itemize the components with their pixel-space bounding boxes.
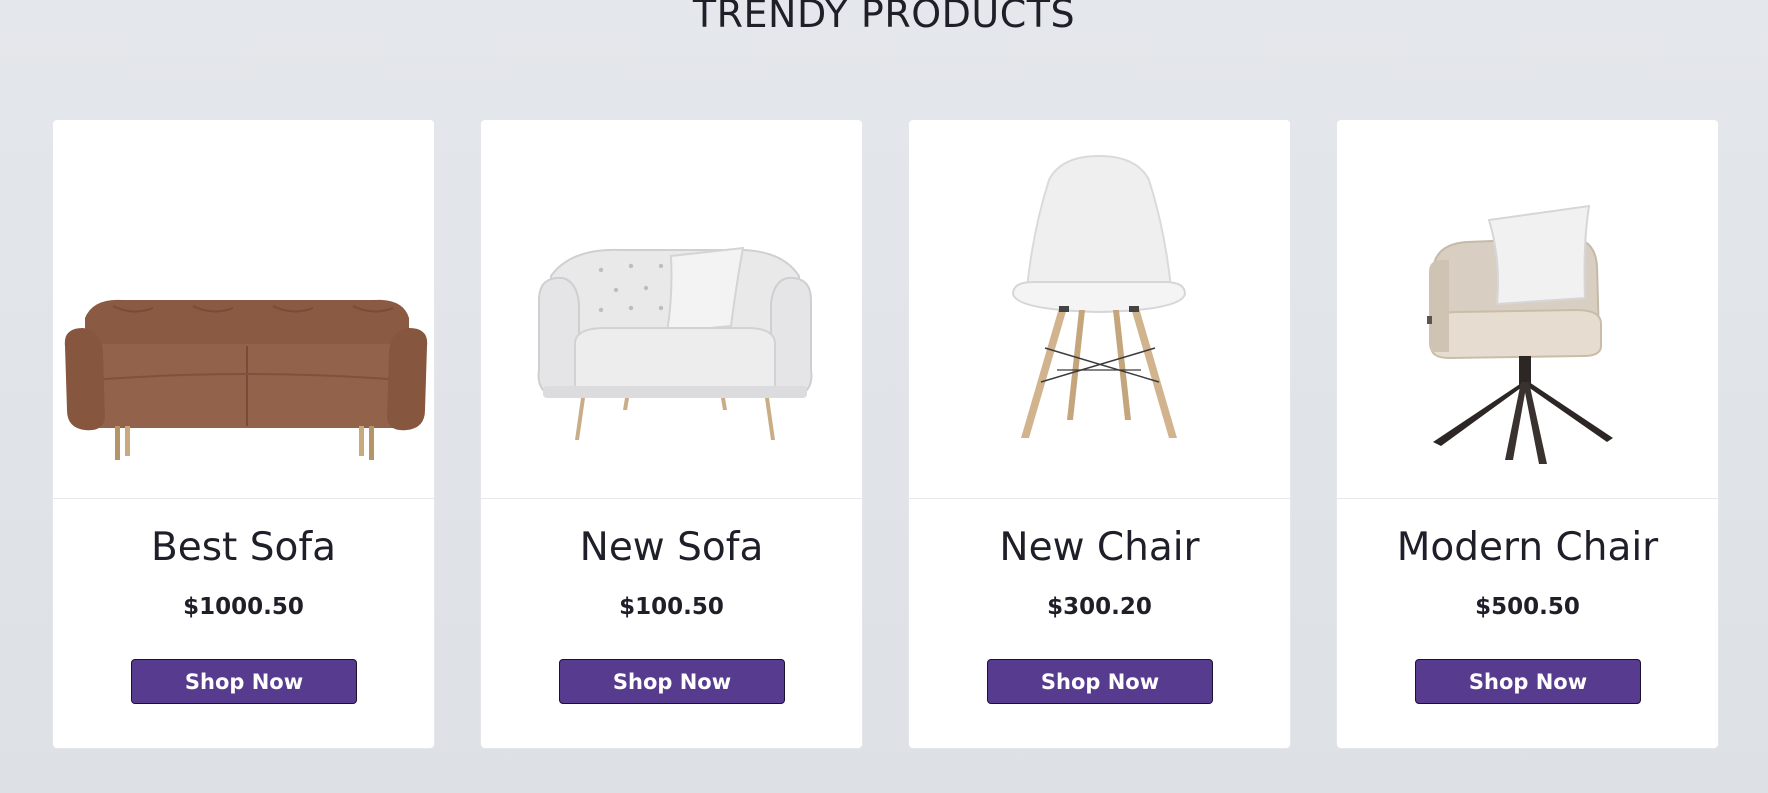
product-card-best-sofa: Best Sofa $1000.50 Shop Now — [53, 120, 434, 748]
shop-now-button[interactable]: Shop Now — [131, 659, 357, 704]
white-armchair-illustration — [537, 246, 813, 440]
product-image-chair[interactable] — [909, 120, 1290, 499]
products-grid: Best Sofa $1000.50 Shop Now New Sofa $10… — [53, 120, 1718, 748]
product-price: $300.20 — [1047, 594, 1152, 620]
brown-sofa-illustration — [64, 299, 428, 460]
product-card-new-sofa: New Sofa $100.50 Shop Now — [481, 120, 862, 748]
shop-now-button[interactable]: Shop Now — [1415, 659, 1641, 704]
product-price: $100.50 — [619, 594, 724, 620]
product-name[interactable]: Modern Chair — [1337, 525, 1718, 572]
product-name[interactable]: Best Sofa — [53, 525, 434, 572]
product-name[interactable]: New Chair — [909, 525, 1290, 572]
shop-now-button[interactable]: Shop Now — [559, 659, 785, 704]
product-price: $500.50 — [1475, 594, 1580, 620]
product-name[interactable]: New Sofa — [481, 525, 862, 572]
product-image-sofa[interactable] — [53, 120, 434, 499]
beige-swivel-chair-illustration — [1427, 204, 1613, 464]
white-shell-chair-illustration — [1011, 154, 1187, 438]
product-card-modern-chair: Modern Chair $500.50 Shop Now — [1337, 120, 1718, 748]
product-price: $1000.50 — [183, 594, 304, 620]
shop-now-button[interactable]: Shop Now — [987, 659, 1213, 704]
product-image-modern-chair[interactable] — [1337, 120, 1718, 499]
product-image-armchair[interactable] — [481, 120, 862, 499]
section-title: TRENDY PRODUCTS — [692, 0, 1076, 36]
product-card-new-chair: New Chair $300.20 Shop Now — [909, 120, 1290, 748]
